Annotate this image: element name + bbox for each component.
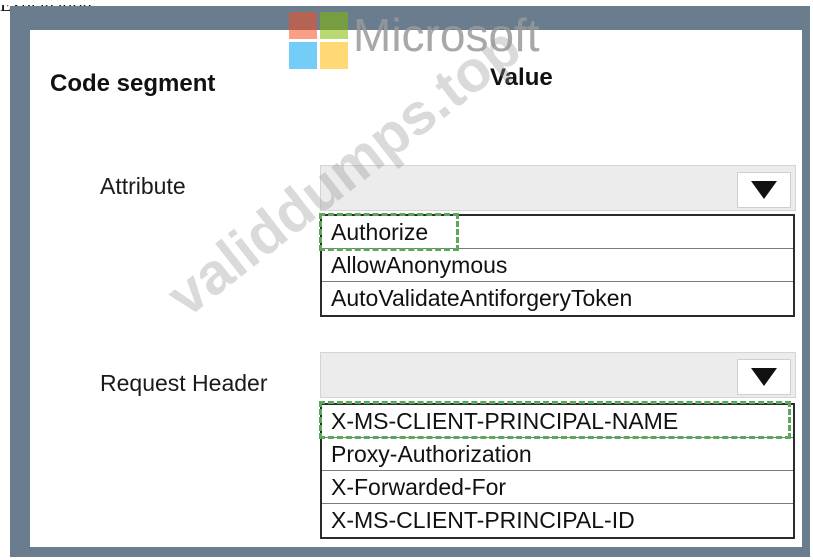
microsoft-wordmark: Microsoft: [353, 9, 540, 61]
header-code-segment: Code segment: [50, 70, 216, 97]
triangle-down-icon: [751, 368, 777, 386]
request-header-option-proxy-authorization[interactable]: Proxy-Authorization: [322, 438, 793, 471]
logo-blue-square: [289, 42, 317, 69]
request-header-dropdown[interactable]: [320, 352, 796, 398]
attribute-option-autovalidateantiforgerytoken[interactable]: AutoValidateAntiforgeryToken: [322, 282, 793, 315]
request-header-option-x-forwarded-for[interactable]: X-Forwarded-For: [322, 471, 793, 504]
triangle-down-icon: [751, 181, 777, 199]
attribute-option-allowanonymous[interactable]: AllowAnonymous: [322, 249, 793, 282]
logo-red-square: [289, 12, 317, 39]
request-header-dropdown-toggle[interactable]: [737, 359, 791, 395]
attribute-dropdown[interactable]: [320, 165, 796, 211]
request-header-options-list: X-MS-CLIENT-PRINCIPAL-NAME Proxy-Authori…: [320, 403, 795, 539]
microsoft-logo: [289, 12, 349, 70]
logo-green-square: [320, 12, 348, 39]
logo-yellow-square: [320, 42, 348, 69]
row-label-request-header: Request Header: [100, 370, 268, 396]
header-value: Value: [490, 64, 553, 91]
attribute-option-authorize[interactable]: Authorize: [322, 216, 793, 249]
request-header-option-client-principal-id[interactable]: X-MS-CLIENT-PRINCIPAL-ID: [322, 504, 793, 537]
attribute-dropdown-toggle[interactable]: [737, 172, 791, 208]
request-header-option-client-principal-name[interactable]: X-MS-CLIENT-PRINCIPAL-NAME: [322, 405, 793, 438]
attribute-options-list: Authorize AllowAnonymous AutoValidateAnt…: [320, 214, 795, 317]
row-label-attribute: Attribute: [100, 173, 186, 199]
